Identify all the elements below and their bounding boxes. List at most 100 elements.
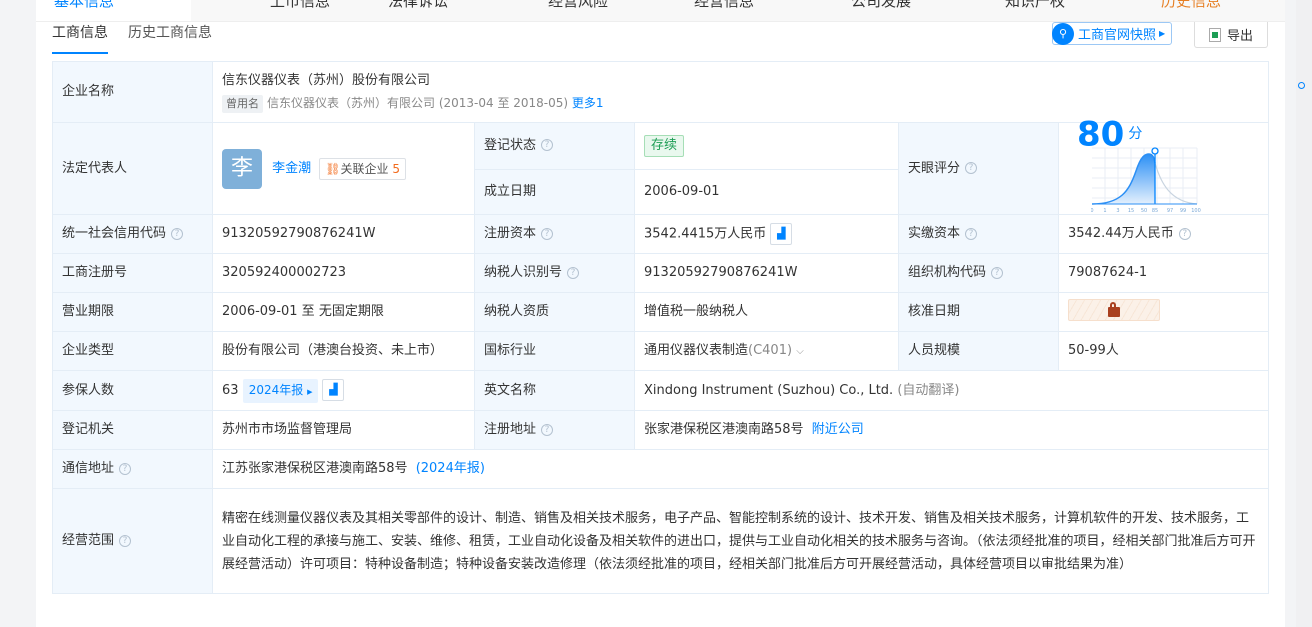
tab-ip[interactable]: 知识产权151 [1005,0,1087,11]
credit-code: 91320592790876241W [212,214,475,254]
locked-value[interactable] [1068,299,1160,322]
tab-basic-info[interactable]: 基本信息16 [36,0,191,21]
help-icon[interactable]: ? [965,227,978,240]
help-icon[interactable]: ? [119,534,132,547]
x-tick: 1 [1103,208,1106,214]
en-name-cell: Xindong Instrument (Suzhou) Co., Ltd. (自… [633,370,1270,411]
export-label: 导出 [1226,29,1253,44]
score-unit: 分 [1128,126,1143,142]
related-companies-button[interactable]: ⛓关联企业 5 [319,157,407,180]
chevron-down-icon[interactable]: ⌵ [796,346,804,357]
org-code-label: 组织机构代码? [898,253,1059,293]
bar-chart-icon[interactable]: ▟ [322,379,345,401]
tab-development[interactable]: 公司发展111 [851,0,933,11]
score-cell[interactable]: 80 分 0 1 3 15 50 85 97 99 100 [1057,118,1270,215]
subtab-business-info[interactable]: 工商信息 [52,22,108,54]
industry-cell[interactable]: 通用仪器仪表制造(C401) ⌵ [634,331,899,371]
subtabs: 工商信息 历史工商信息 [52,22,212,54]
est-date-label: 成立日期 [474,168,635,216]
auto-translate-note: (自动翻译) [897,382,960,398]
org-code: 79087624-1 [1057,253,1270,293]
approve-date-label: 核准日期 [898,292,1059,332]
annual-report-button[interactable]: 2024年报 ▶ [242,378,319,403]
right-sidebar [1296,0,1312,627]
related-label: 关联企业 [340,161,389,176]
legal-rep-cell: 李 李金潮 ⛓关联企业 5 [212,122,475,215]
help-icon[interactable]: ? [965,162,978,174]
anchor-dot-icon[interactable] [1298,82,1305,89]
mail-addr-cell: 江苏张家港保税区港澳南路58号 (2024年报) [211,449,1270,489]
help-icon[interactable]: ? [541,139,554,152]
term-label: 营业期限 [52,292,213,332]
reg-capital-label: 注册资本? [474,214,635,254]
former-name: 信东仪器仪表（苏州）有限公司 (2013-04 至 2018-05) [267,96,569,110]
business-info-table: 企业名称 信东仪器仪表（苏州）股份有限公司 曾用名 信东仪器仪表（苏州）有限公司 … [52,61,1270,594]
snapshot-button[interactable]: ⚲ 工商官网快照 ▶ [1052,22,1173,45]
en-name: Xindong Instrument (Suzhou) Co., Ltd. [644,382,894,398]
staff: 50-99人 [1057,331,1270,371]
subtab-history-business-info[interactable]: 历史工商信息 [128,22,212,54]
legal-rep-link[interactable]: 李金潮 [272,161,311,176]
help-icon[interactable]: ? [541,423,554,436]
help-icon[interactable]: ? [541,227,554,240]
x-tick: 3 [1116,208,1119,214]
export-button[interactable]: 导出 [1194,22,1268,48]
authority-label: 登记机关 [52,410,213,450]
reg-addr-label: 注册地址? [474,410,635,450]
former-name-tag: 曾用名 [222,95,263,113]
tab-listing[interactable]: 上市信息193 [270,0,352,11]
more-former-names-link[interactable]: 更多1 [572,96,604,110]
x-tick: 0 [1091,208,1094,214]
x-tick: 99 [1180,208,1186,214]
reg-capital: 3542.4415万人民币 [644,226,767,242]
tab-operation[interactable]: 经营信息317 [694,0,776,11]
lock-icon [1108,301,1120,317]
reg-status-cell: 存续 [634,122,899,170]
industry: 通用仪器仪表制造 [644,342,749,358]
est-date: 2006-09-01 [634,168,899,216]
x-tick: 100 [1191,208,1201,214]
insured: 63 [222,382,239,398]
bar-chart-icon[interactable]: ▟ [770,222,793,245]
reg-no-label: 工商注册号 [52,253,213,293]
reg-addr: 张家港保税区港澳南路58号 [644,422,804,437]
credit-code-label: 统一社会信用代码? [52,214,213,254]
nearby-companies-link[interactable]: 附近公司 [812,422,864,437]
excel-icon [1208,27,1221,42]
reg-no: 320592400002723 [212,253,475,293]
score-label: 天眼评分? [898,122,1059,215]
paid-capital-label: 实缴资本? [898,214,1059,254]
insured-label: 参保人数 [52,370,213,411]
company-name-cell: 信东仪器仪表（苏州）股份有限公司 曾用名 信东仪器仪表（苏州）有限公司 (2013… [211,61,1270,123]
paid-capital-cell: 3542.44万人民币? [1057,214,1270,254]
help-icon[interactable]: ? [119,462,132,475]
authority: 苏州市市场监督管理局 [212,410,475,450]
tab-risk[interactable]: 经营风险 [548,0,608,11]
snapshot-label: 工商官网快照 [1078,28,1157,43]
help-icon[interactable]: ? [171,227,184,240]
x-tick: 15 [1128,208,1134,214]
industry-code: (C401) [748,342,793,358]
taxpayer-qual-label: 纳税人资质 [474,292,635,332]
taxpayer-id: 91320592790876241W [634,253,899,293]
x-tick: 50 [1141,208,1147,214]
help-icon[interactable]: ? [1178,227,1191,240]
approve-date-cell [1057,292,1270,332]
top-nav: 基本信息16 上市信息193 法律诉讼1 经营风险 经营信息317 公司发展11… [36,0,1285,22]
x-tick: 85 [1152,208,1158,214]
legal-rep-label: 法定代表人 [52,122,213,215]
company-name-label: 企业名称 [52,61,213,123]
help-icon[interactable]: ? [567,266,580,279]
mail-addr-label: 通信地址? [52,449,213,489]
status-badge: 存续 [644,134,685,157]
tab-history[interactable]: 历史信息 [1161,0,1221,11]
reg-capital-cell: 3542.4415万人民币 ▟ [634,214,899,254]
annual-report-link[interactable]: (2024年报) [416,461,485,476]
scope: 精密在线测量仪器仪表及其相关零部件的设计、制造、销售及相关技术服务，电子产品、智… [211,488,1270,594]
company-name: 信东仪器仪表（苏州）股份有限公司 [222,73,431,88]
caret-right-icon: ▶ [1159,29,1166,38]
tab-legal[interactable]: 法律诉讼1 [388,0,457,11]
score-area [1092,154,1155,204]
help-icon[interactable]: ? [991,266,1004,279]
reg-status-label: 登记状态? [474,122,635,170]
